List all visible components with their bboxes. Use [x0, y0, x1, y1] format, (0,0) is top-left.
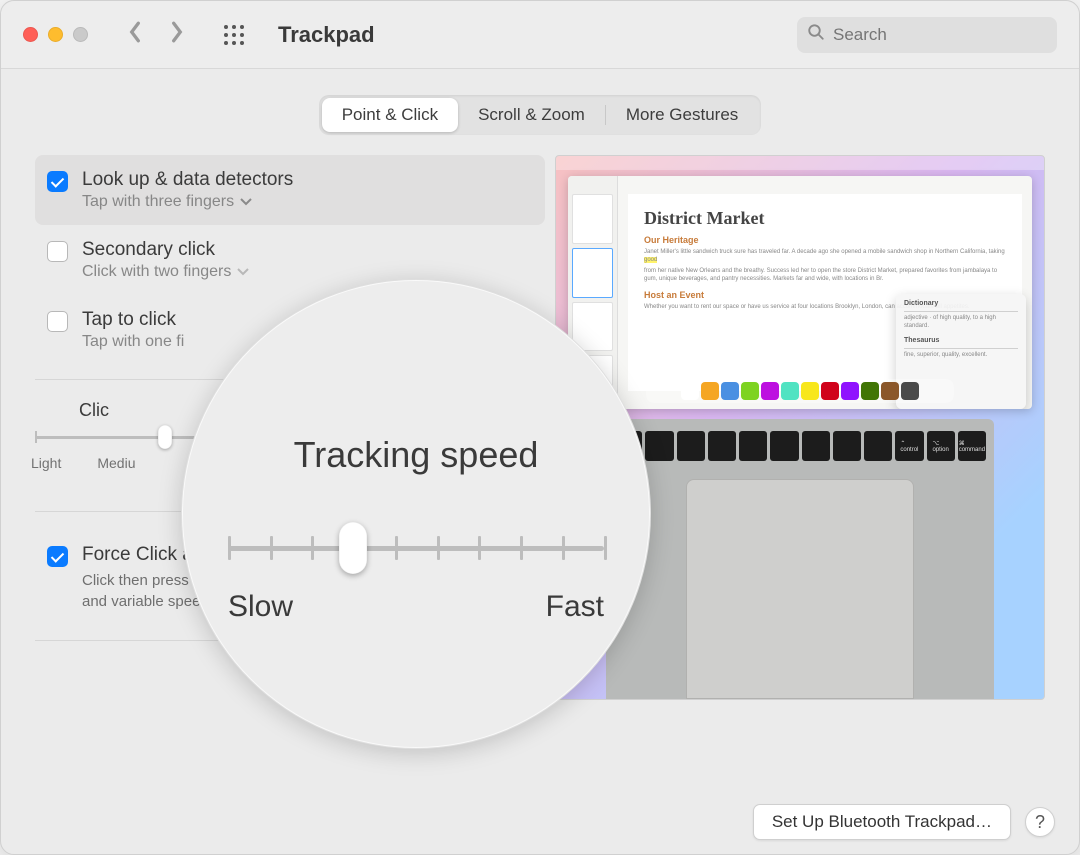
magnifier-tracking-speed: Tracking speed Slow Fast: [181, 279, 651, 749]
tab-row: Point & Click Scroll & Zoom More Gesture…: [1, 95, 1079, 135]
slider-label-slow: Slow: [228, 590, 293, 624]
popover-dictionary: Dictionary: [904, 300, 1018, 307]
search-box[interactable]: [797, 17, 1057, 53]
slider-knob[interactable]: [339, 522, 367, 574]
slider-tick: [228, 536, 231, 560]
slider-label-medium: Mediu: [97, 455, 135, 471]
show-all-icon[interactable]: [222, 23, 246, 47]
checkbox-force-click[interactable]: [47, 546, 68, 567]
slider-label-fast: Fast: [546, 590, 604, 624]
doc-title: District Market: [644, 208, 1006, 229]
window-title: Trackpad: [278, 22, 375, 48]
option-secondary-title: Secondary click: [82, 239, 249, 261]
slider-knob[interactable]: [158, 425, 172, 449]
slider-tick: [562, 536, 565, 560]
window: Trackpad Point & Click Scroll & Zoom Mor…: [0, 0, 1080, 855]
tab-point-click[interactable]: Point & Click: [322, 98, 458, 132]
titlebar: Trackpad: [1, 1, 1079, 69]
back-button[interactable]: [128, 21, 142, 48]
tracking-speed-slider[interactable]: [228, 520, 604, 576]
option-secondary-sub[interactable]: Click with two fingers: [82, 263, 249, 281]
chevron-down-icon: [237, 263, 249, 281]
search-input[interactable]: [833, 25, 1047, 45]
slider-tick: [520, 536, 523, 560]
tab-scroll-zoom[interactable]: Scroll & Zoom: [458, 98, 605, 132]
option-tap-sub: Tap with one fi: [82, 333, 184, 351]
zoom-window-button[interactable]: [73, 27, 88, 42]
forward-button[interactable]: [170, 21, 184, 48]
option-lookup-sub[interactable]: Tap with three fingers: [82, 193, 293, 211]
option-lookup-title: Look up & data detectors: [82, 169, 293, 191]
checkbox-secondary[interactable]: [47, 241, 68, 262]
option-tap-title: Tap to click: [82, 309, 184, 331]
option-lookup[interactable]: Look up & data detectors Tap with three …: [35, 155, 545, 225]
doc-heading: Our Heritage: [644, 235, 1006, 245]
thumbnail: [572, 248, 613, 298]
preview-dock: [646, 379, 954, 403]
search-icon: [807, 23, 825, 46]
preview-page: District Market Our Heritage Janet Mille…: [628, 194, 1022, 391]
tracking-speed-labels: Slow Fast: [228, 590, 604, 624]
slider-tick: [35, 431, 37, 443]
preview-trackpad: [686, 479, 914, 699]
checkbox-tap[interactable]: [47, 311, 68, 332]
slider-label-light: Light: [31, 455, 61, 471]
slider-tick: [395, 536, 398, 560]
preview-menubar: [556, 156, 1044, 170]
preview-document-window: District Market Our Heritage Janet Mille…: [568, 176, 1032, 409]
checkbox-lookup[interactable]: [47, 171, 68, 192]
segmented-tabs: Point & Click Scroll & Zoom More Gesture…: [319, 95, 762, 135]
tab-more-gestures[interactable]: More Gestures: [606, 98, 758, 132]
tracking-speed-title: Tracking speed: [294, 434, 539, 476]
help-button[interactable]: ?: [1025, 807, 1055, 837]
slider-tick: [437, 536, 440, 560]
slider-track: [228, 546, 604, 551]
nav-arrows: [128, 21, 184, 48]
slider-tick: [478, 536, 481, 560]
option-lookup-sub-text: Tap with three fingers: [82, 193, 234, 211]
preview-laptop: ⎋ ⌃control ⌥option⌘command: [606, 419, 994, 699]
traffic-lights: [23, 27, 88, 42]
chevron-down-icon: [240, 193, 252, 211]
thumbnail: [572, 194, 613, 244]
doc-paragraph: Janet Miller's little sandwich truck sur…: [644, 248, 1006, 265]
footer: Set Up Bluetooth Trackpad… ?: [753, 804, 1055, 840]
setup-bluetooth-trackpad-button[interactable]: Set Up Bluetooth Trackpad…: [753, 804, 1011, 840]
option-secondary-sub-text: Click with two fingers: [82, 263, 231, 281]
option-tap-sub-text: Tap with one fi: [82, 333, 184, 351]
close-window-button[interactable]: [23, 27, 38, 42]
popover-thesaurus: Thesaurus: [904, 337, 1018, 344]
slider-tick: [270, 536, 273, 560]
minimize-window-button[interactable]: [48, 27, 63, 42]
preview-keyrow: ⎋ ⌃control ⌥option⌘command: [614, 431, 986, 461]
slider-tick: [604, 536, 607, 560]
doc-paragraph: from her native New Orleans and the brea…: [644, 267, 1006, 284]
